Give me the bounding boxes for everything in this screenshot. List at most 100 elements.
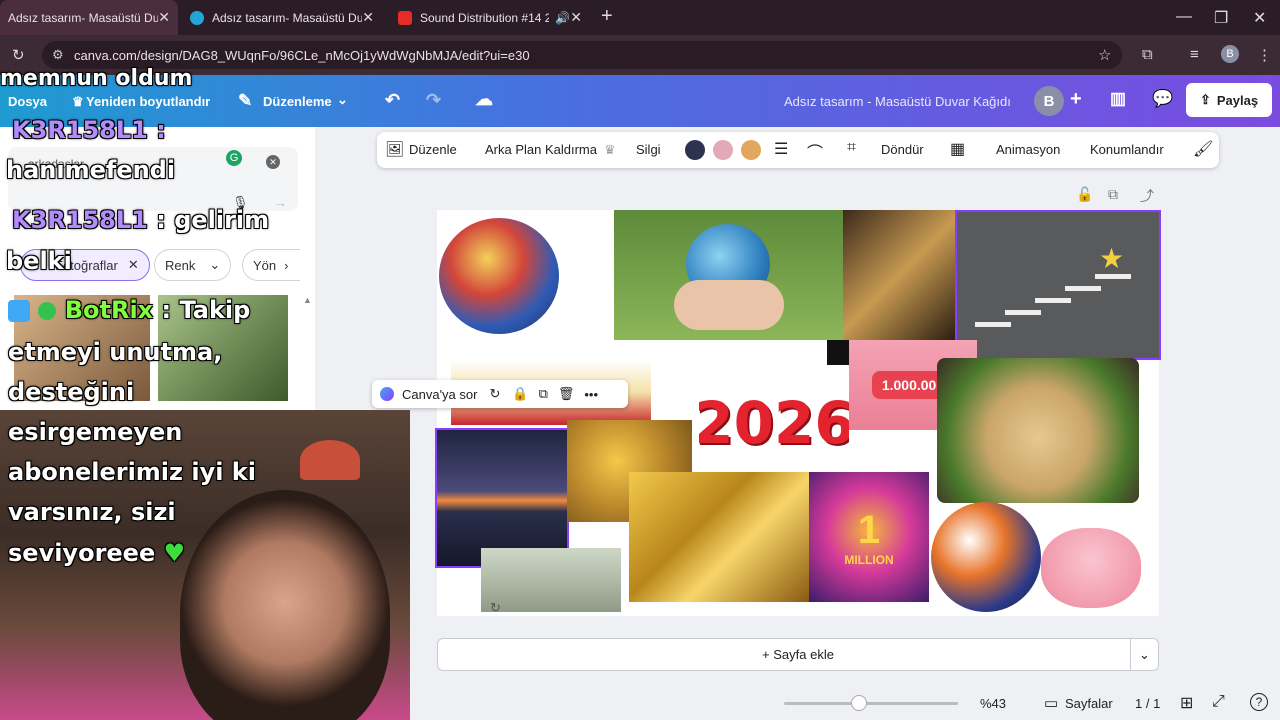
pages-icon: ▭	[1044, 695, 1059, 712]
lock-icon[interactable]: 🔒	[512, 386, 528, 402]
clear-search-icon[interactable]: ✕	[266, 155, 280, 169]
document-title[interactable]: Adsız tasarım - Masaüstü Duvar Kağıdı	[784, 94, 1011, 109]
lock-icon[interactable]: 🔓	[1076, 186, 1093, 203]
crop-icon[interactable]: ⌗	[847, 139, 856, 157]
chat-line: desteğini	[8, 378, 135, 406]
format-painter-icon[interactable]: 🖌	[1193, 139, 1213, 159]
more-options-icon[interactable]: •••	[584, 387, 598, 402]
add-page-button[interactable]: + Sayfa ekle ⌄	[437, 638, 1159, 671]
stair-step	[975, 322, 1011, 327]
flag-globe-image[interactable]	[439, 218, 559, 334]
chat-line: belki	[6, 247, 72, 275]
submit-arrow-icon[interactable]: →	[274, 195, 287, 210]
add-collaborator-icon[interactable]: +	[1070, 88, 1082, 111]
comment-icon[interactable]: 💬	[1152, 89, 1173, 109]
corner-rounding-icon[interactable]: ⌒	[807, 139, 823, 163]
one-million-image[interactable]: 1 MILLION	[809, 472, 929, 602]
image-edit-icon[interactable]: 🖼	[385, 140, 404, 158]
pages-button[interactable]: Sayfalar	[1065, 696, 1113, 711]
bookmark-star-icon[interactable]: ☆	[1098, 46, 1111, 64]
champagne-glasses-image[interactable]	[843, 210, 956, 340]
brain-meditation-image[interactable]	[1041, 528, 1141, 608]
duplicate-page-icon[interactable]: ⧉	[1108, 186, 1118, 203]
menu-icon[interactable]: ⋮	[1257, 46, 1272, 64]
redo-icon[interactable]: ↷	[426, 90, 441, 111]
color-swatch-pink[interactable]	[713, 140, 733, 160]
undo-icon[interactable]: ↶	[385, 90, 400, 111]
close-window-icon[interactable]: ✕	[1253, 8, 1266, 28]
eraser-button[interactable]: Silgi	[636, 142, 661, 157]
stairs-star-image[interactable]: ★	[955, 210, 1161, 360]
chat-line-with-heart: seviyoreee ♥	[8, 539, 185, 567]
tab-youtube[interactable]: Sound Distribution #14 200 🔊 ✕	[390, 0, 590, 35]
profile-avatar[interactable]: B	[1221, 45, 1239, 63]
grid-view-icon[interactable]: ⊞	[1180, 693, 1193, 713]
extensions-icon[interactable]: ⧉	[1142, 46, 1153, 63]
color-swatch-gold[interactable]	[741, 140, 761, 160]
design-canvas[interactable]: ★ 1.000.000 2026 1 MILLION	[435, 210, 1161, 616]
cloud-check-icon[interactable]: ☁	[475, 89, 493, 110]
insights-chart-icon[interactable]: ▥	[1110, 89, 1126, 109]
file-menu[interactable]: Dosya	[8, 94, 47, 109]
chat-line: varsınız, sizi	[8, 498, 176, 526]
close-icon[interactable]: ✕	[570, 9, 582, 26]
healthy-bowl-image[interactable]	[937, 358, 1139, 503]
speaker-icon[interactable]: 🔊	[555, 11, 570, 25]
close-icon[interactable]: ✕	[362, 9, 374, 26]
color-swatch-navy[interactable]	[685, 140, 705, 160]
edit-mode-button[interactable]: Düzenleme	[263, 94, 332, 109]
user-avatar[interactable]: B	[1034, 86, 1064, 116]
zoom-level[interactable]: %43	[980, 696, 1006, 711]
tab-second[interactable]: Adsız tasarım- Masaüstü Duvar ✕	[182, 0, 382, 35]
chat-line: abonelerimiz iyi ki	[8, 458, 256, 486]
tab-active[interactable]: Adsız tasarım- Masaüstü Duvar ✕	[0, 0, 178, 35]
fullscreen-icon[interactable]: ⤢	[1212, 693, 1225, 711]
reload-icon[interactable]: ↻	[12, 46, 25, 64]
duplicate-icon[interactable]: ⧉	[539, 386, 548, 402]
position-button[interactable]: Konumlandır	[1090, 142, 1164, 157]
border-style-icon[interactable]: ☰	[774, 139, 788, 159]
add-page-icon[interactable]: ⤴	[1140, 186, 1154, 206]
comment-add-icon[interactable]: ↻	[489, 386, 500, 402]
grammarly-icon[interactable]: G	[226, 150, 242, 166]
site-info-icon[interactable]: ⚙	[52, 47, 64, 63]
share-button[interactable]: ⇪ Paylaş	[1186, 83, 1272, 117]
resize-button[interactable]: Yeniden boyutlandır	[86, 94, 210, 109]
edit-image-button[interactable]: Düzenle	[409, 142, 457, 157]
page-counter[interactable]: 1 / 1	[1135, 696, 1160, 711]
jumping-people-image[interactable]	[435, 428, 569, 568]
new-tab-icon[interactable]: +	[601, 5, 613, 28]
close-icon[interactable]: ✕	[128, 257, 139, 273]
background-remove-button[interactable]: Arka Plan Kaldırma	[485, 142, 597, 157]
transparency-icon[interactable]: ▦	[950, 139, 965, 159]
zoom-slider-handle[interactable]	[850, 695, 867, 711]
chip-color[interactable]: Renk ⌄	[154, 249, 232, 281]
streamer-face	[180, 490, 390, 720]
chevron-down-icon[interactable]: ⌄	[337, 92, 348, 108]
minimize-icon[interactable]: —	[1176, 8, 1192, 26]
chat-line: seviyoreee	[8, 539, 156, 567]
trash-icon[interactable]: 🗑	[558, 386, 575, 402]
media-icon[interactable]: ≡	[1190, 46, 1199, 63]
rotate-handle-icon[interactable]: ↻	[490, 600, 501, 616]
year-2026-image[interactable]: 2026	[699, 378, 849, 468]
close-icon[interactable]: ✕	[158, 9, 170, 26]
chip-orientation[interactable]: Yön ›	[242, 249, 300, 281]
animate-button[interactable]: Animasyon	[996, 142, 1060, 157]
help-icon[interactable]: ?	[1250, 693, 1268, 711]
chevron-down-icon[interactable]: ⌄	[1130, 639, 1158, 670]
rotate-button[interactable]: Döndür	[881, 142, 924, 157]
bot-badge-icon	[8, 300, 30, 322]
url-field[interactable]: ⚙ canva.com/design/DAG8_WUqnFo/96CLe_nMc…	[42, 41, 1122, 69]
bottom-status-bar: %43 ▭ Sayfalar 1 / 1 ⊞ ⤢ ?	[310, 688, 1280, 720]
sports-balls-image[interactable]	[931, 502, 1041, 612]
zoom-slider-track[interactable]	[784, 702, 958, 705]
ask-canva-button[interactable]: Canva'ya sor	[402, 387, 477, 402]
money-stack-image[interactable]	[481, 548, 621, 612]
earth-in-hands-image[interactable]	[614, 210, 843, 340]
scroll-up-icon[interactable]: ▲	[303, 295, 312, 305]
restore-icon[interactable]: ❐	[1214, 8, 1228, 28]
gold-bars-image[interactable]	[629, 472, 809, 602]
million-number: 1	[857, 507, 881, 552]
chevron-right-icon[interactable]: ›	[284, 258, 288, 273]
